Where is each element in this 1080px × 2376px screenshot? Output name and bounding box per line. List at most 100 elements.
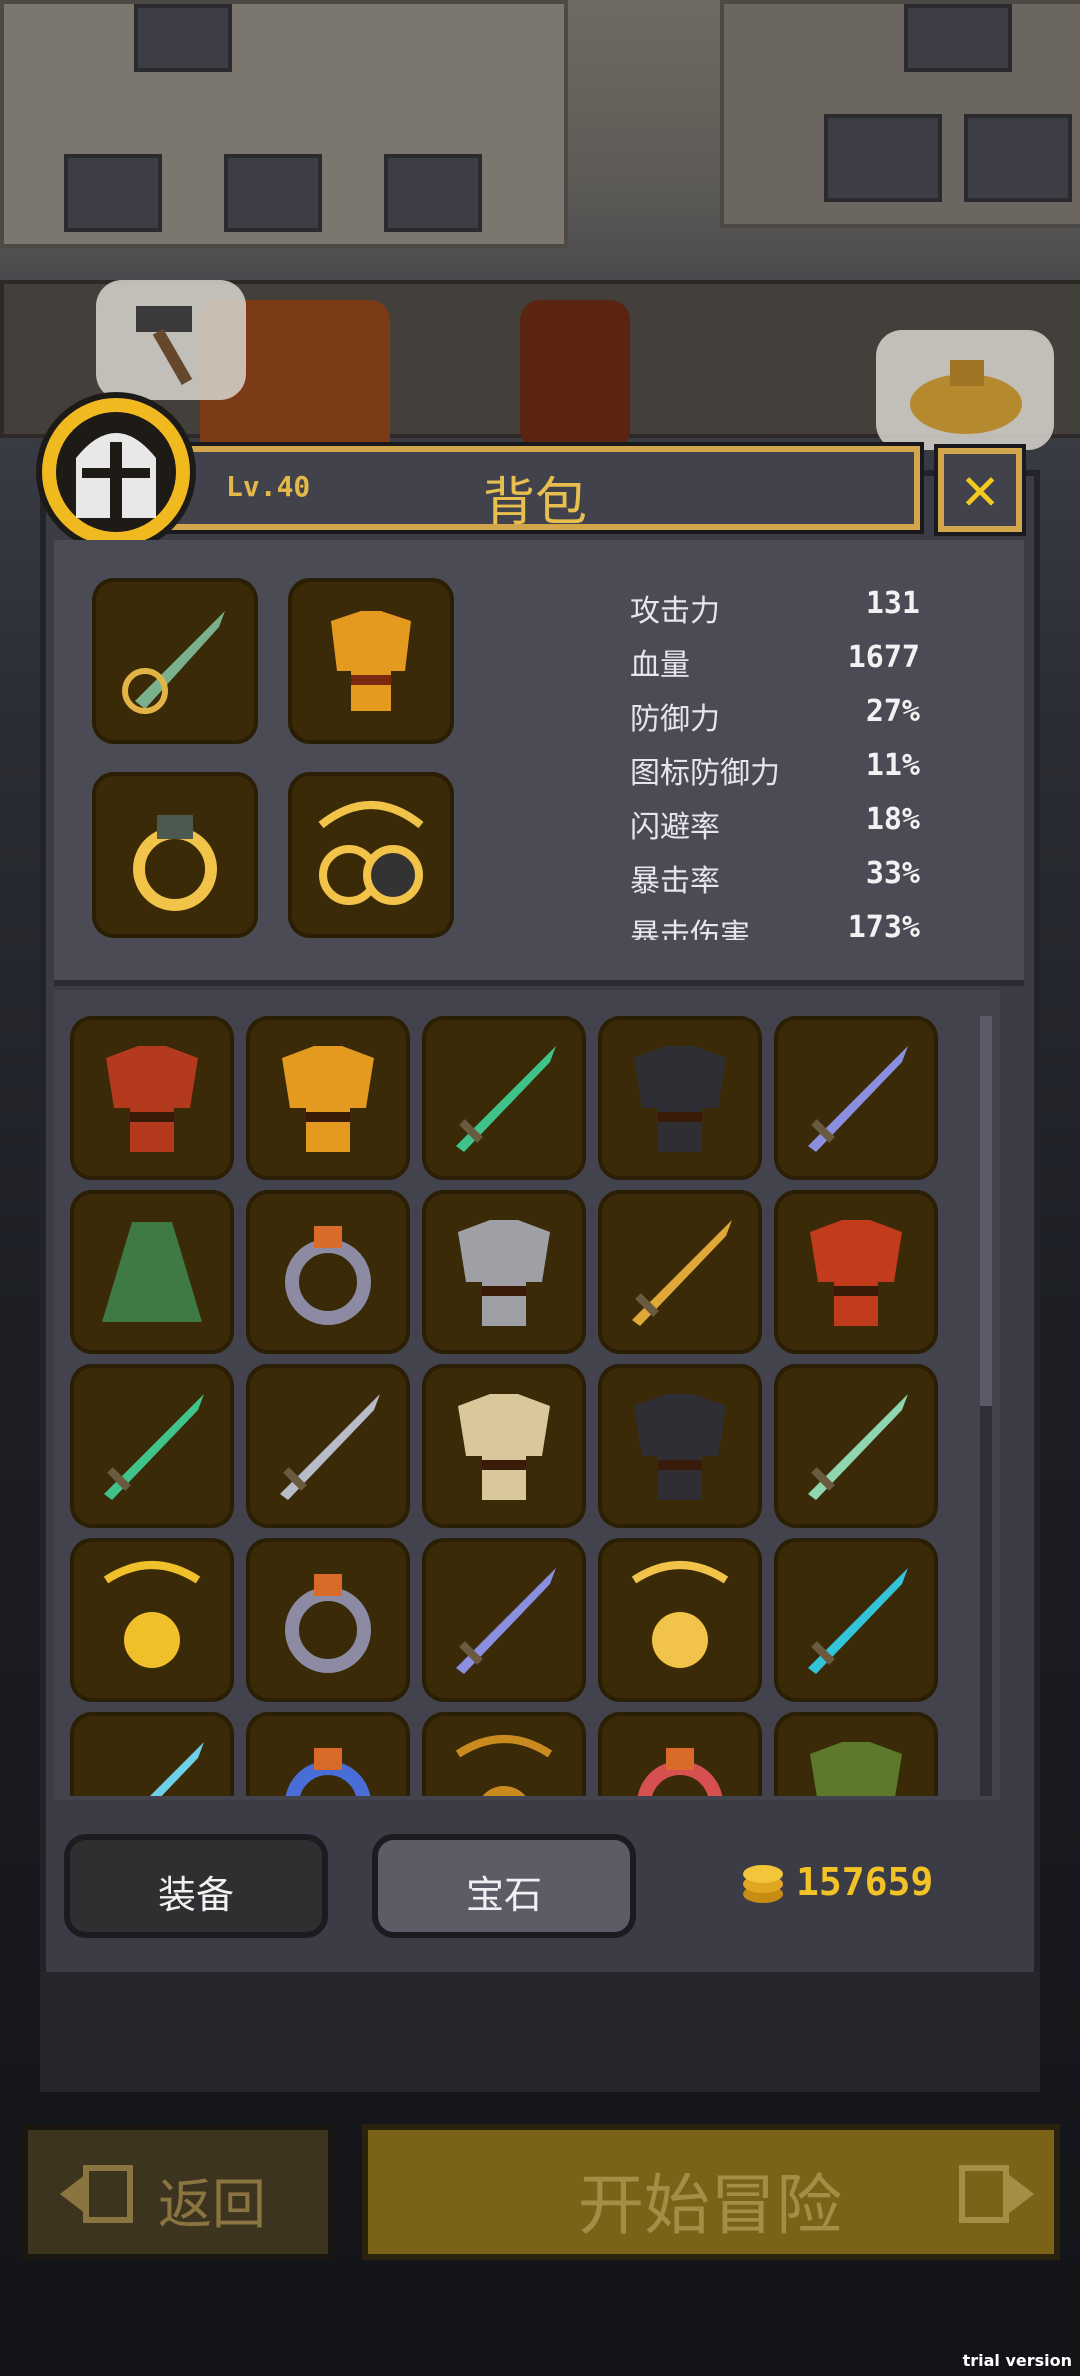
stat-label: 暴击率 [630, 864, 720, 899]
inventory-slot[interactable] [422, 1190, 586, 1354]
flame-armor-icon [810, 1220, 902, 1326]
stat-label: 闪避率 [630, 810, 720, 845]
bone-armor-icon [458, 1394, 550, 1500]
inventory-slot[interactable] [774, 1538, 938, 1702]
silver-ring-icon [285, 1574, 371, 1673]
gold-coin-icon [743, 1865, 783, 1903]
stat-value: 11% [865, 748, 920, 783]
green-sword-icon [456, 1046, 556, 1152]
gold-amount: 157659 [796, 1860, 934, 1904]
inventory-slot[interactable] [70, 1016, 234, 1180]
hammer-icon[interactable] [96, 280, 246, 400]
inventory-slot[interactable] [422, 1016, 586, 1180]
inventory-scroll-thumb[interactable] [980, 1016, 992, 1406]
house-left [0, 0, 568, 248]
tab-equipment[interactable]: 装备 [64, 1834, 328, 1938]
bag-icon[interactable] [876, 330, 1054, 450]
inventory-slot[interactable] [774, 1712, 938, 1796]
stat-label: 血量 [630, 648, 690, 683]
stat-row: 暴击伤害 173% [630, 910, 920, 940]
gold-armor-icon [282, 1046, 374, 1152]
stat-row: 攻击力 131 [630, 586, 920, 640]
stats-list: 攻击力 131 血量 1677 防御力 27% 图标防御力 11% 闪避率 18… [630, 580, 920, 940]
sapphire-ring-icon [285, 1748, 371, 1796]
inventory-slot[interactable] [70, 1364, 234, 1528]
stat-label: 暴击伤害 [630, 918, 750, 940]
amulet-icon [455, 1735, 553, 1796]
grey-armor-icon [458, 1220, 550, 1326]
panel-footer [40, 1972, 1040, 2092]
enter-icon [959, 2165, 1034, 2223]
blue-sword-icon [456, 1568, 556, 1674]
tab-label: 装备 [157, 1873, 234, 1917]
green-sword-icon [104, 1394, 204, 1500]
inventory-slot[interactable] [774, 1016, 938, 1180]
npc-hooded[interactable] [520, 300, 630, 450]
equip-slot-armor[interactable] [288, 578, 454, 744]
gold-sword-icon [632, 1220, 732, 1326]
stat-label: 攻击力 [630, 594, 720, 629]
start-label: 开始冒险 [578, 2167, 842, 2244]
inventory-slot[interactable] [422, 1712, 586, 1796]
gem-ring-icon [637, 1748, 723, 1796]
stat-value: 27% [865, 694, 920, 729]
tab-gems[interactable]: 宝石 [372, 1834, 636, 1938]
inventory-slot[interactable] [246, 1364, 410, 1528]
stat-value: 18% [865, 802, 920, 837]
player-avatar[interactable] [36, 392, 196, 552]
inventory-slot[interactable] [774, 1190, 938, 1354]
title-bar: Lv.40 背包 [146, 442, 924, 534]
watermark: trial version [962, 2351, 1072, 2370]
inventory-slot[interactable] [70, 1190, 234, 1354]
stat-value: 173% [847, 910, 920, 940]
tab-label: 宝石 [465, 1873, 542, 1917]
equip-slot-ring[interactable] [92, 772, 258, 938]
inventory-slot[interactable] [70, 1538, 234, 1702]
jade-sword-icon [808, 1394, 908, 1500]
inventory-slot[interactable] [70, 1712, 234, 1796]
inventory-slot[interactable] [598, 1538, 762, 1702]
gold-amulet-icon [631, 1561, 729, 1668]
exit-icon [60, 2165, 133, 2223]
equip-slot-amulet[interactable] [288, 772, 454, 938]
gold-ring-icon [133, 815, 217, 911]
stat-row: 图标防御力 11% [630, 748, 920, 802]
stat-row: 防御力 27% [630, 694, 920, 748]
stat-label: 防御力 [630, 702, 720, 737]
gold-amulet-icon [318, 801, 424, 905]
crystal-sword-icon [808, 1568, 908, 1674]
black-armor-icon [634, 1046, 726, 1152]
start-adventure-button[interactable]: 开始冒险 [362, 2124, 1060, 2260]
inventory-slot[interactable] [598, 1190, 762, 1354]
back-label: 返回 [158, 2173, 266, 2236]
stat-value: 131 [865, 586, 920, 621]
close-icon: ✕ [961, 454, 999, 524]
page-title: 背包 [482, 473, 587, 533]
inventory-slot[interactable] [246, 1712, 410, 1796]
inventory-slot[interactable] [246, 1190, 410, 1354]
back-button[interactable]: 返回 [22, 2124, 334, 2260]
inventory-slot[interactable] [422, 1364, 586, 1528]
inventory-slot[interactable] [246, 1016, 410, 1180]
stat-row: 暴击率 33% [630, 856, 920, 910]
green-armor-icon [810, 1742, 902, 1796]
inventory-grid[interactable] [70, 1016, 950, 1796]
inventory-slot[interactable] [422, 1538, 586, 1702]
house-right [720, 0, 1080, 228]
knight-helmet-icon [56, 412, 176, 532]
close-button[interactable]: ✕ [934, 444, 1026, 536]
inventory-slot[interactable] [246, 1538, 410, 1702]
inventory-slot[interactable] [598, 1712, 762, 1796]
inventory-slot[interactable] [598, 1016, 762, 1180]
silver-ring-icon [285, 1226, 371, 1325]
equip-slot-weapon[interactable] [92, 578, 258, 744]
red-armor-icon [106, 1046, 198, 1152]
silver-sword-icon [280, 1394, 380, 1500]
stat-value: 33% [865, 856, 920, 891]
inventory-slot[interactable] [598, 1364, 762, 1528]
gold-armor-icon [331, 611, 411, 711]
inventory-slot[interactable] [774, 1364, 938, 1528]
star-amulet-icon [103, 1561, 201, 1668]
green-cloak-icon [102, 1222, 202, 1322]
ice-spear-icon [150, 1742, 204, 1796]
